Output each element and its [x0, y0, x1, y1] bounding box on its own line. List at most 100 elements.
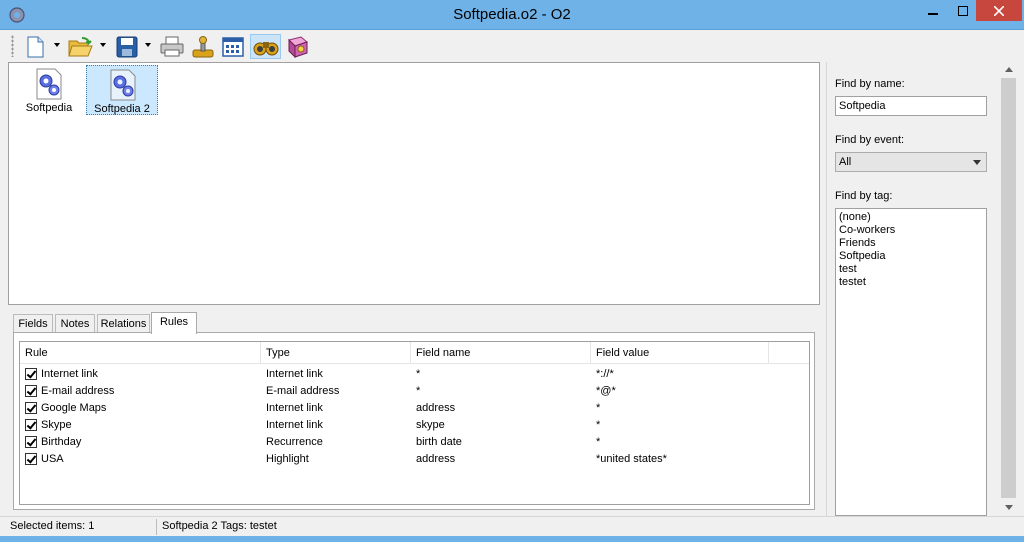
maximize-button[interactable]	[950, 0, 976, 21]
table-row[interactable]: Birthday Recurrence birth date *	[20, 434, 809, 451]
rule-field-value: *	[596, 419, 601, 431]
table-row[interactable]: E-mail address E-mail address * *@*	[20, 383, 809, 400]
status-selected-count: Selected items: 1	[10, 520, 95, 532]
joystick-button[interactable]	[189, 34, 217, 59]
column-header-type[interactable]: Type	[261, 342, 411, 364]
rule-enabled-checkbox[interactable]	[25, 402, 37, 414]
chevron-down-icon	[973, 160, 981, 165]
rule-name: USA	[41, 453, 64, 465]
gear-document-icon	[110, 69, 136, 101]
rules-tab-panel: Rule Type Field name Field value Interne…	[13, 332, 815, 510]
binoculars-icon	[253, 41, 278, 55]
find-by-event-select[interactable]: All	[835, 152, 987, 172]
tag-list-item[interactable]: Co-workers	[839, 224, 986, 237]
calendar-button[interactable]	[219, 34, 247, 59]
save-dropdown-arrow[interactable]	[145, 43, 151, 47]
printer-icon	[160, 36, 184, 56]
rule-enabled-checkbox[interactable]	[25, 385, 37, 397]
new-document-button[interactable]	[22, 34, 48, 59]
find-by-tag-list[interactable]: (none) Co-workers Friends Softpedia test…	[835, 208, 987, 516]
save-button[interactable]	[113, 34, 141, 59]
tag-list-item[interactable]: (none)	[839, 211, 986, 224]
status-bar: Selected items: 1 Softpedia 2 Tags: test…	[0, 516, 1024, 536]
table-row[interactable]: Google Maps Internet link address *	[20, 400, 809, 417]
close-button[interactable]	[976, 0, 1022, 21]
toolbar-grip[interactable]	[11, 35, 14, 57]
rule-enabled-checkbox[interactable]	[25, 436, 37, 448]
column-header-field-value[interactable]: Field value	[591, 342, 769, 364]
rule-type: Internet link	[266, 368, 323, 380]
maximize-icon	[958, 5, 968, 16]
close-icon	[994, 5, 1004, 16]
rule-field-name: skype	[416, 419, 445, 431]
vertical-scrollbar[interactable]	[1000, 62, 1017, 516]
scroll-up-arrow-icon[interactable]	[1005, 67, 1013, 72]
tab-fields[interactable]: Fields	[13, 314, 53, 333]
rule-name: Skype	[41, 419, 72, 431]
rule-type: Highlight	[266, 453, 309, 465]
open-button[interactable]	[66, 34, 96, 59]
item-icon-view[interactable]: Softpedia Softpedia 2	[8, 62, 820, 305]
title-bar: Softpedia.o2 - O2	[0, 0, 1024, 30]
rule-field-value: *@*	[596, 385, 616, 397]
scroll-down-arrow-icon[interactable]	[1005, 505, 1013, 510]
item-softpedia-2[interactable]: Softpedia 2	[86, 65, 158, 115]
open-folder-icon	[68, 36, 93, 56]
find-by-event-value: All	[839, 156, 852, 168]
item-label: Softpedia 2	[94, 103, 150, 115]
rule-name: Internet link	[41, 368, 98, 380]
help-book-icon	[288, 35, 309, 58]
item-softpedia[interactable]: Softpedia	[13, 65, 85, 115]
find-by-name-input[interactable]: Softpedia	[835, 96, 987, 116]
joystick-icon	[192, 35, 214, 57]
tag-list-item[interactable]: Friends	[839, 237, 986, 250]
help-button[interactable]	[283, 34, 311, 59]
rule-field-value: *	[596, 402, 601, 414]
rule-field-name: *	[416, 368, 421, 380]
tab-rules[interactable]: Rules	[151, 312, 197, 334]
window-title: Softpedia.o2 - O2	[453, 6, 571, 23]
calendar-grid-icon	[222, 36, 244, 57]
find-button[interactable]	[250, 34, 281, 59]
open-dropdown-arrow[interactable]	[100, 43, 106, 47]
tab-notes[interactable]: Notes	[55, 314, 95, 333]
print-button[interactable]	[158, 34, 186, 59]
rule-name: Google Maps	[41, 402, 107, 414]
rule-field-value: *	[596, 436, 601, 448]
rule-field-name: birth date	[416, 436, 462, 448]
table-row[interactable]: USA Highlight address *united states*	[20, 451, 809, 468]
rule-name: E-mail address	[41, 385, 115, 397]
rule-field-name: address	[416, 453, 456, 465]
new-dropdown-arrow[interactable]	[54, 43, 60, 47]
find-panel: Find by name: Softpedia Find by event: A…	[826, 62, 1000, 516]
rule-field-name: address	[416, 402, 456, 414]
tag-list-item[interactable]: testet	[839, 276, 986, 289]
rule-field-value: *://*	[596, 368, 614, 380]
column-header-field-name[interactable]: Field name	[411, 342, 591, 364]
tab-relations[interactable]: Relations	[97, 314, 150, 333]
status-item-info: Softpedia 2 Tags: testet	[162, 520, 277, 532]
scrollbar-thumb[interactable]	[1001, 78, 1016, 498]
item-label: Softpedia	[25, 102, 73, 114]
rule-type: Internet link	[266, 419, 323, 431]
toolbar	[0, 31, 1024, 62]
gear-document-icon	[36, 68, 62, 100]
table-row[interactable]: Internet link Internet link * *://*	[20, 366, 809, 383]
rule-type: E-mail address	[266, 385, 340, 397]
find-by-name-label: Find by name:	[835, 78, 905, 90]
minimize-button[interactable]	[916, 0, 950, 21]
rule-type: Internet link	[266, 402, 323, 414]
tag-list-item[interactable]: Softpedia	[839, 250, 986, 263]
rules-table[interactable]: Rule Type Field name Field value Interne…	[19, 341, 810, 505]
rule-enabled-checkbox[interactable]	[25, 419, 37, 431]
table-row[interactable]: Skype Internet link skype *	[20, 417, 809, 434]
new-document-icon	[27, 36, 44, 57]
column-header-rule[interactable]: Rule	[20, 342, 261, 364]
table-header: Rule Type Field name Field value	[20, 342, 809, 364]
rule-field-name: *	[416, 385, 421, 397]
rule-name: Birthday	[41, 436, 82, 448]
minimize-icon	[928, 12, 938, 15]
tag-list-item[interactable]: test	[839, 263, 986, 276]
rule-enabled-checkbox[interactable]	[25, 368, 37, 380]
rule-enabled-checkbox[interactable]	[25, 453, 37, 465]
